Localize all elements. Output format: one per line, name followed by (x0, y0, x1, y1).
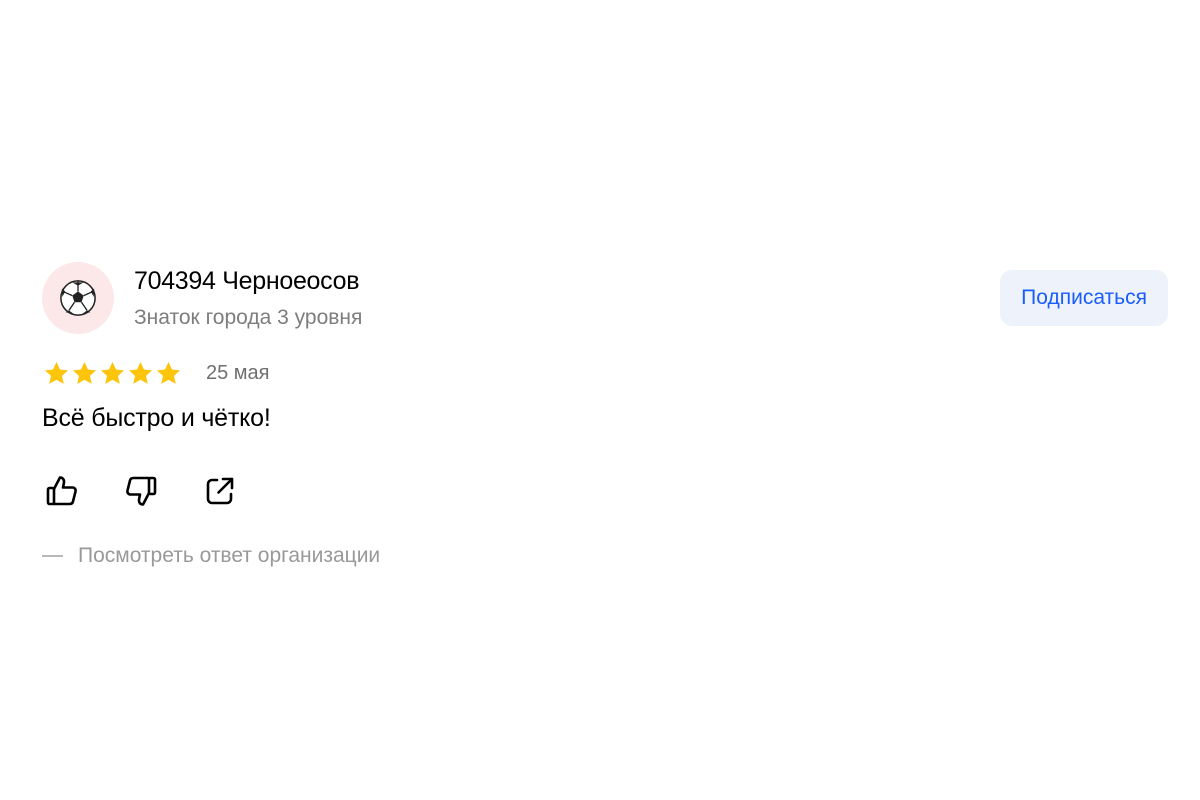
review-text: Всё быстро и чётко! (42, 404, 271, 432)
like-button[interactable] (42, 471, 82, 511)
star-icon (129, 361, 152, 384)
star-icon (157, 361, 180, 384)
org-reply-label: Посмотреть ответ организации (78, 544, 381, 567)
star-icon (73, 361, 96, 384)
review-card: 704394 Черноеосов Знаток города 3 уровня… (42, 262, 1168, 568)
star-icon (101, 361, 124, 384)
review-header: 704394 Черноеосов Знаток города 3 уровня… (42, 262, 1168, 334)
author-name[interactable]: 704394 Черноеосов (134, 266, 362, 296)
dash-divider (42, 555, 63, 557)
author-level: Знаток города 3 уровня (134, 306, 363, 329)
subscribe-button[interactable]: Подписаться (1000, 270, 1168, 326)
star-rating (43, 360, 182, 387)
thumbs-up-icon (46, 476, 77, 506)
soccer-ball-icon (60, 280, 96, 316)
review-actions (42, 471, 1168, 511)
view-org-reply-link[interactable]: Посмотреть ответ организации (42, 544, 1168, 568)
rating-row: 25 мая (42, 358, 1168, 388)
share-icon (206, 477, 234, 505)
avatar[interactable] (42, 262, 114, 334)
dislike-button[interactable] (121, 471, 161, 511)
share-button[interactable] (200, 471, 240, 511)
review-date: 25 мая (206, 361, 270, 384)
star-icon (45, 361, 68, 384)
author-info: 704394 Черноеосов Знаток города 3 уровня (134, 266, 362, 331)
thumbs-down-icon (126, 476, 157, 506)
